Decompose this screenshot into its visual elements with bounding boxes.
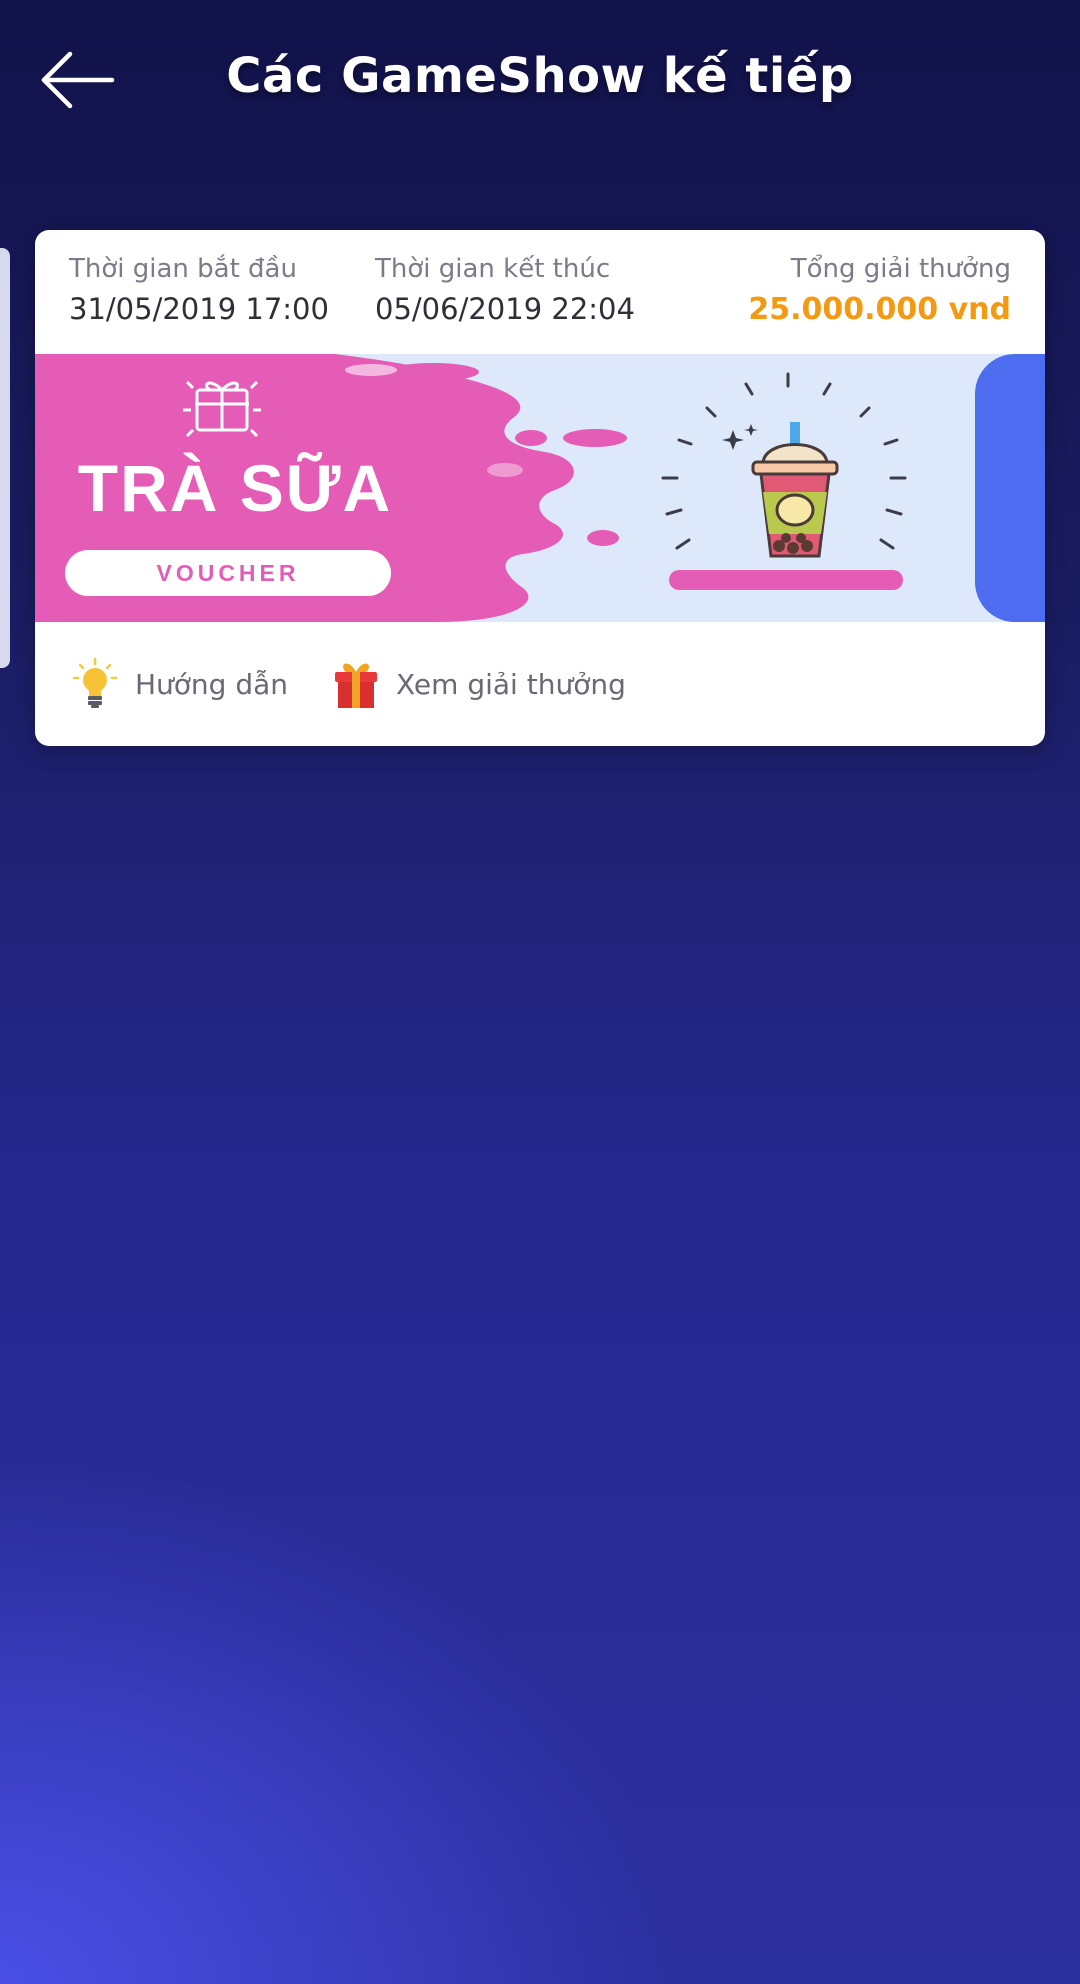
banner-title: TRÀ SỮA — [77, 451, 393, 525]
gameshow-banner[interactable]: TRÀ SỮA VOUCHER — [35, 354, 1045, 622]
view-prizes-button[interactable]: Xem giải thưởng — [332, 658, 626, 710]
end-time-value: 05/06/2019 22:04 — [375, 292, 635, 326]
start-time-value: 31/05/2019 17:00 — [69, 292, 329, 326]
gameshow-info: Thời gian bắt đầu 31/05/2019 17:00 Thời … — [35, 230, 1045, 354]
card-actions: Hướng dẫn Xem giải thưởng — [35, 622, 1045, 746]
total-prize: Tổng giải thưởng 25.000.000 vnd — [748, 254, 1011, 327]
lightbulb-icon — [72, 658, 118, 708]
guide-button[interactable]: Hướng dẫn — [71, 658, 288, 710]
start-time: Thời gian bắt đầu 31/05/2019 17:00 — [69, 254, 329, 326]
voucher-tag: VOUCHER — [65, 550, 391, 596]
total-prize-label: Tổng giải thưởng — [790, 254, 1011, 284]
gameshow-card[interactable]: Thời gian bắt đầu 31/05/2019 17:00 Thời … — [35, 230, 1045, 746]
total-prize-value: 25.000.000 vnd — [748, 292, 1011, 327]
view-prizes-label: Xem giải thưởng — [396, 667, 626, 701]
header: Các GameShow kế tiếp — [0, 0, 1080, 160]
gift-icon — [335, 663, 377, 708]
next-banner-peek[interactable] — [975, 354, 1045, 622]
guide-label: Hướng dẫn — [135, 667, 289, 701]
previous-card-peek[interactable] — [0, 248, 10, 668]
page-title: Các GameShow kế tiếp — [226, 48, 854, 104]
end-time-label: Thời gian kết thúc — [375, 254, 611, 284]
end-time: Thời gian kết thúc 05/06/2019 22:04 — [375, 254, 635, 326]
start-time-label: Thời gian bắt đầu — [69, 254, 297, 284]
